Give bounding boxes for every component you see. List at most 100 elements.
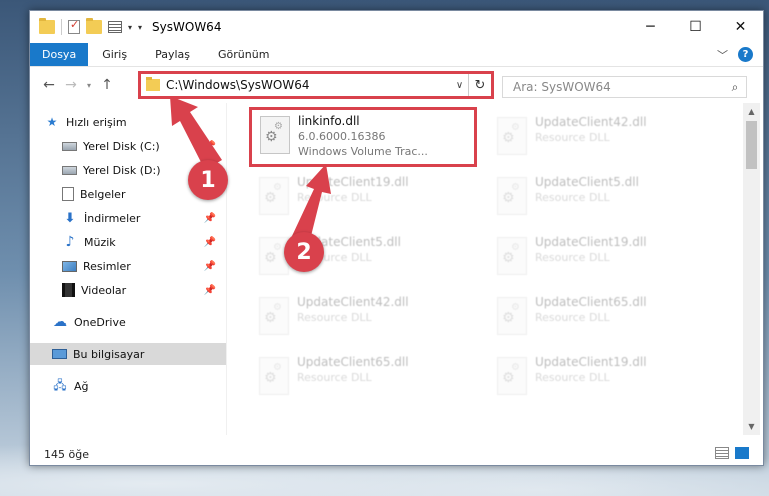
quick-access-toolbar: ▾ ▾ xyxy=(30,18,142,35)
scroll-down-icon[interactable]: ▼ xyxy=(743,418,760,435)
dll-file-icon xyxy=(497,117,527,155)
network-icon: 🖧 xyxy=(53,377,67,392)
file-item[interactable]: UpdateClient65.dll Resource DLL xyxy=(489,291,719,347)
file-item[interactable]: UpdateClient42.dll Resource DLL xyxy=(251,291,481,347)
maximize-button[interactable]: ☐ xyxy=(673,11,718,43)
sidebar-item-label: Yerel Disk (D:) xyxy=(83,163,161,177)
ribbon-tabs: Dosya Giriş Paylaş Görünüm ﹀ ? xyxy=(30,43,763,67)
step-2-badge: 2 xyxy=(284,232,324,272)
sidebar-item-label: OneDrive xyxy=(74,315,126,329)
file-item[interactable]: UpdateClient19.dll Resource DLL xyxy=(251,171,481,227)
search-input[interactable]: Ara: SysWOW64 xyxy=(513,80,724,94)
music-icon: ♪ xyxy=(65,234,75,250)
video-icon xyxy=(62,283,75,297)
back-button[interactable]: ← xyxy=(38,77,60,93)
large-icons-view-icon[interactable] xyxy=(735,447,749,459)
pin-icon[interactable]: 📌 xyxy=(204,261,216,272)
tab-view[interactable]: Görünüm xyxy=(204,43,283,66)
file-version: 6.0.6000.16386 xyxy=(298,130,386,143)
rename-icon[interactable] xyxy=(108,21,122,33)
sidebar-item-local-disk-c[interactable]: Yerel Disk (C:) 📌 xyxy=(30,135,226,157)
sidebar-item-label: Resimler xyxy=(83,259,131,273)
pin-icon[interactable]: 📌 xyxy=(204,285,216,296)
title-bar: ▾ ▾ SysWOW64 ─ ☐ ✕ xyxy=(30,11,763,43)
forward-button[interactable]: → xyxy=(60,77,82,93)
recent-locations-icon[interactable]: ▾ xyxy=(82,81,96,90)
up-button[interactable]: ↑ xyxy=(96,77,118,93)
sidebar-item-downloads[interactable]: ⬇ İndirmeler 📌 xyxy=(30,207,226,229)
file-item[interactable]: UpdateClient19.dll Resource DLL xyxy=(489,351,719,407)
pin-icon[interactable]: 📌 xyxy=(204,141,216,152)
tab-home[interactable]: Giriş xyxy=(88,43,141,66)
sidebar-item-label: Ağ xyxy=(74,379,89,393)
refresh-icon[interactable]: ↻ xyxy=(469,78,491,93)
step-1-badge: 1 xyxy=(188,160,228,200)
sidebar-item-onedrive[interactable]: ☁ OneDrive xyxy=(30,311,226,333)
file-name: UpdateClient65.dll xyxy=(297,355,409,369)
pin-icon[interactable]: 📌 xyxy=(204,237,216,248)
file-name: UpdateClient19.dll xyxy=(535,355,647,369)
toolbar-divider xyxy=(61,19,62,35)
scroll-up-icon[interactable]: ▲ xyxy=(743,103,760,120)
dll-file-icon xyxy=(259,357,289,395)
close-button[interactable]: ✕ xyxy=(718,11,763,43)
file-description: Resource DLL xyxy=(535,251,610,264)
expand-ribbon-icon[interactable]: ﹀ xyxy=(717,47,728,63)
star-icon: ★ xyxy=(46,115,58,129)
minimize-button[interactable]: ─ xyxy=(628,11,673,43)
details-view-icon[interactable] xyxy=(715,447,729,459)
sidebar-item-quick-access[interactable]: ★ Hızlı erişim xyxy=(30,111,226,133)
file-name: UpdateClient42.dll xyxy=(297,295,409,309)
sidebar-item-this-pc[interactable]: Bu bilgisayar xyxy=(30,343,226,365)
file-item[interactable]: UpdateClient5.dll Resource DLL xyxy=(489,171,719,227)
computer-icon xyxy=(52,349,67,359)
new-folder-icon[interactable] xyxy=(86,18,102,34)
tab-file[interactable]: Dosya xyxy=(30,43,89,66)
explorer-window: ▾ ▾ SysWOW64 ─ ☐ ✕ Dosya Giriş Paylaş Gö… xyxy=(29,10,764,466)
address-bar[interactable]: C:\Windows\SysWOW64 ∨ ↻ xyxy=(138,71,494,99)
sidebar-item-music[interactable]: ♪ Müzik 📌 xyxy=(30,231,226,253)
window-title: SysWOW64 xyxy=(152,20,222,34)
address-path[interactable]: C:\Windows\SysWOW64 xyxy=(166,78,451,92)
search-icon[interactable]: ⌕ xyxy=(724,80,746,95)
file-description: Resource DLL xyxy=(535,191,610,204)
file-description: Windows Volume Trac... xyxy=(298,145,428,158)
file-name: UpdateClient65.dll xyxy=(535,295,647,309)
scroll-thumb[interactable] xyxy=(746,121,757,169)
file-item[interactable]: UpdateClient65.dll Resource DLL xyxy=(251,351,481,407)
vertical-scrollbar[interactable]: ▲ ▼ xyxy=(743,103,760,435)
file-name: UpdateClient19.dll xyxy=(297,175,409,189)
chevron-down-icon[interactable]: ▾ xyxy=(128,23,132,32)
search-box[interactable]: Ara: SysWOW64 ⌕ xyxy=(502,76,747,98)
dll-file-icon xyxy=(497,357,527,395)
dll-file-icon xyxy=(497,297,527,335)
sidebar-item-network[interactable]: 🖧 Ağ xyxy=(30,375,226,397)
address-dropdown-icon[interactable]: ∨ xyxy=(451,74,469,96)
dll-file-icon xyxy=(259,297,289,335)
sidebar-item-label: Bu bilgisayar xyxy=(73,347,145,361)
file-item-linkinfo[interactable]: linkinfo.dll 6.0.6000.16386 Windows Volu… xyxy=(249,107,477,167)
file-name: UpdateClient19.dll xyxy=(535,235,647,249)
sidebar-item-label: Müzik xyxy=(84,235,116,249)
properties-check-icon[interactable] xyxy=(68,18,80,34)
sidebar-item-videos[interactable]: Videolar 📌 xyxy=(30,279,226,301)
file-item[interactable]: UpdateClient19.dll Resource DLL xyxy=(489,231,719,287)
download-icon: ⬇ xyxy=(64,210,76,226)
file-description: Resource DLL xyxy=(535,131,610,144)
sidebar-item-pictures[interactable]: Resimler 📌 xyxy=(30,255,226,277)
navigation-pane: ★ Hızlı erişim Yerel Disk (C:) 📌 Yerel D… xyxy=(30,103,226,435)
file-item[interactable]: UpdateClient42.dll Resource DLL xyxy=(489,111,719,167)
pictures-icon xyxy=(62,260,77,272)
customize-toolbar-icon[interactable]: ▾ xyxy=(138,23,142,32)
file-name: UpdateClient42.dll xyxy=(535,115,647,129)
dll-file-icon xyxy=(497,177,527,215)
sidebar-item-label: Videolar xyxy=(81,283,127,297)
tab-share[interactable]: Paylaş xyxy=(141,43,204,66)
sidebar-item-label: Belgeler xyxy=(80,187,126,201)
window-controls: ─ ☐ ✕ xyxy=(628,11,763,43)
navigation-bar: ← → ▾ ↑ C:\Windows\SysWOW64 ∨ ↻ Ara: Sys… xyxy=(30,67,763,103)
help-icon[interactable]: ? xyxy=(738,47,753,62)
sidebar-item-label: İndirmeler xyxy=(84,211,141,225)
file-name: linkinfo.dll xyxy=(298,114,360,128)
pin-icon[interactable]: 📌 xyxy=(204,213,216,224)
